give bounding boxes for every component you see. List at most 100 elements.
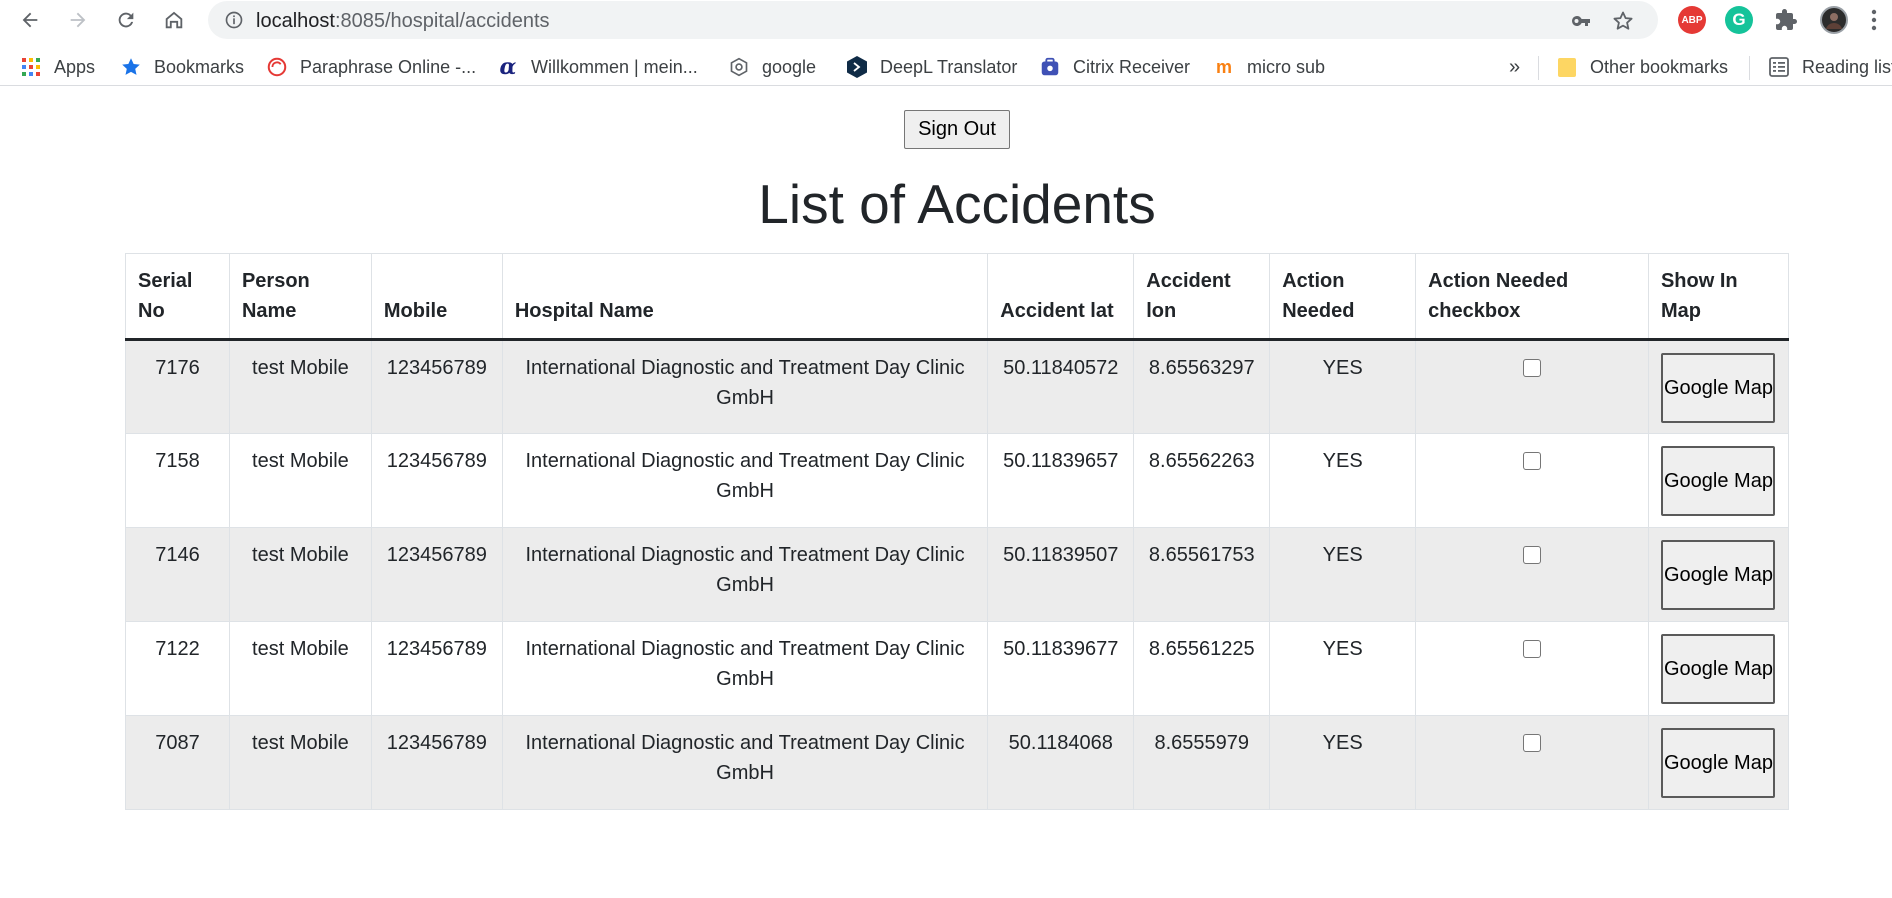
other-bookmarks-folder[interactable]: Other bookmarks bbox=[1556, 54, 1728, 80]
serial-cell: 7158 bbox=[125, 433, 230, 528]
column-header-person: Person Name bbox=[228, 253, 372, 341]
bookmark-star-icon[interactable] bbox=[1610, 8, 1636, 34]
mobile-cell: 123456789 bbox=[370, 621, 503, 716]
grammarly-icon[interactable]: G bbox=[1725, 6, 1753, 34]
table-row: 7176 test Mobile 123456789 International… bbox=[125, 339, 1790, 434]
apps-grid-icon bbox=[20, 56, 42, 78]
bookmark-willkommen[interactable]: α Willkommen | mein... bbox=[497, 54, 698, 80]
mobile-cell: 123456789 bbox=[370, 433, 503, 528]
lat-cell: 50.11839507 bbox=[987, 527, 1135, 622]
hospital-cell: International Diagnostic and Treatment D… bbox=[501, 339, 989, 434]
checkbox-cell bbox=[1415, 339, 1649, 434]
column-header-serial: Serial No bbox=[125, 253, 230, 341]
home-icon bbox=[165, 11, 183, 29]
forward-button[interactable] bbox=[62, 4, 94, 36]
column-header-map: Show In Map bbox=[1647, 253, 1790, 341]
bookmarks-bar: Apps Bookmarks Paraphrase Online -... α … bbox=[0, 48, 1892, 86]
bookmark-citrix[interactable]: Citrix Receiver bbox=[1039, 54, 1190, 80]
google-map-button[interactable]: Google Map bbox=[1661, 446, 1776, 516]
back-button[interactable] bbox=[14, 4, 46, 36]
accidents-table: Serial No Person Name Mobile Hospital Na… bbox=[125, 253, 1790, 810]
bookmark-apps[interactable]: Apps bbox=[20, 54, 95, 80]
map-cell: Google Map bbox=[1647, 339, 1790, 434]
action-needed-checkbox[interactable] bbox=[1523, 359, 1542, 377]
action-needed-checkbox[interactable] bbox=[1523, 452, 1542, 470]
reload-button[interactable] bbox=[110, 4, 142, 36]
bookmarks-divider bbox=[1749, 56, 1750, 80]
browser-toolbar: localhost:8085/hospital/accidents ABP G bbox=[0, 0, 1892, 40]
lon-cell: 8.65563297 bbox=[1133, 339, 1271, 434]
action-cell: YES bbox=[1269, 527, 1417, 622]
bookmark-micro-sub[interactable]: m micro sub bbox=[1213, 54, 1325, 80]
lon-cell: 8.65561753 bbox=[1133, 527, 1271, 622]
table-row: 7087 test Mobile 123456789 International… bbox=[125, 715, 1790, 810]
person-cell: test Mobile bbox=[228, 715, 372, 810]
hospital-cell: International Diagnostic and Treatment D… bbox=[501, 621, 989, 716]
mobile-cell: 123456789 bbox=[370, 715, 503, 810]
serial-cell: 7146 bbox=[125, 527, 230, 622]
serial-cell: 7176 bbox=[125, 339, 230, 434]
alpha-icon: α bbox=[499, 54, 517, 80]
person-cell: test Mobile bbox=[228, 527, 372, 622]
person-cell: test Mobile bbox=[228, 433, 372, 528]
checkbox-cell bbox=[1415, 715, 1649, 810]
key-icon[interactable] bbox=[1568, 8, 1594, 34]
paraphrase-icon bbox=[266, 56, 288, 78]
bookmark-label: Other bookmarks bbox=[1590, 56, 1729, 77]
google-map-button[interactable]: Google Map bbox=[1661, 353, 1776, 423]
column-header-action: Action Needed bbox=[1269, 253, 1417, 341]
reading-list-button[interactable]: Reading list bbox=[1768, 54, 1892, 80]
bookmark-label: Bookmarks bbox=[154, 56, 245, 77]
checkbox-cell bbox=[1415, 527, 1649, 622]
mobile-cell: 123456789 bbox=[370, 339, 503, 434]
deepl-icon bbox=[846, 56, 868, 78]
extensions-puzzle-icon[interactable] bbox=[1772, 6, 1800, 34]
bookmark-google[interactable]: google bbox=[728, 54, 816, 80]
bookmarks-overflow-button[interactable]: » bbox=[1509, 54, 1520, 80]
kebab-menu-icon bbox=[1871, 9, 1877, 31]
adblock-icon[interactable]: ABP bbox=[1678, 6, 1706, 34]
sign-out-button[interactable]: Sign Out bbox=[904, 110, 1010, 149]
hospital-cell: International Diagnostic and Treatment D… bbox=[501, 433, 989, 528]
avatar-icon bbox=[1826, 13, 1842, 29]
serial-cell: 7122 bbox=[125, 621, 230, 716]
action-needed-checkbox[interactable] bbox=[1523, 546, 1542, 564]
bookmark-paraphrase[interactable]: Paraphrase Online -... bbox=[266, 54, 476, 80]
mobile-cell: 123456789 bbox=[370, 527, 503, 622]
column-header-lon: Accident lon bbox=[1133, 253, 1271, 341]
reading-list-icon bbox=[1768, 56, 1790, 78]
lat-cell: 50.11839657 bbox=[987, 433, 1135, 528]
moodle-icon: m bbox=[1215, 56, 1232, 77]
action-needed-checkbox[interactable] bbox=[1523, 640, 1542, 658]
bookmark-bookmarks[interactable]: Bookmarks bbox=[120, 54, 244, 80]
bookmark-deepl[interactable]: DeepL Translator bbox=[846, 54, 1017, 80]
bookmark-label: micro sub bbox=[1247, 56, 1326, 77]
table-header-row: Serial No Person Name Mobile Hospital Na… bbox=[125, 253, 1790, 341]
action-cell: YES bbox=[1269, 433, 1417, 528]
url-text[interactable]: localhost:8085/hospital/accidents bbox=[256, 10, 550, 33]
profile-avatar[interactable] bbox=[1820, 6, 1848, 34]
checkbox-cell bbox=[1415, 433, 1649, 528]
map-cell: Google Map bbox=[1647, 527, 1790, 622]
google-map-button[interactable]: Google Map bbox=[1661, 540, 1776, 610]
folder-icon bbox=[1556, 56, 1578, 78]
map-cell: Google Map bbox=[1647, 621, 1790, 716]
action-needed-checkbox[interactable] bbox=[1523, 734, 1542, 752]
bookmark-label: google bbox=[762, 56, 817, 77]
map-cell: Google Map bbox=[1647, 433, 1790, 528]
star-icon bbox=[120, 56, 142, 78]
home-button[interactable] bbox=[158, 4, 190, 36]
site-info-icon[interactable] bbox=[224, 10, 244, 35]
column-header-lat: Accident lat bbox=[987, 253, 1135, 341]
address-bar[interactable]: localhost:8085/hospital/accidents bbox=[208, 1, 1658, 39]
google-map-button[interactable]: Google Map bbox=[1661, 728, 1776, 798]
column-header-hospital: Hospital Name bbox=[501, 253, 989, 341]
citrix-icon bbox=[1039, 56, 1061, 78]
bookmark-label: Paraphrase Online -... bbox=[300, 56, 477, 77]
google-map-button[interactable]: Google Map bbox=[1661, 634, 1776, 704]
serial-cell: 7087 bbox=[125, 715, 230, 810]
browser-menu-button[interactable] bbox=[1860, 4, 1888, 36]
lon-cell: 8.65561225 bbox=[1133, 621, 1271, 716]
checkbox-cell bbox=[1415, 621, 1649, 716]
map-cell: Google Map bbox=[1647, 715, 1790, 810]
